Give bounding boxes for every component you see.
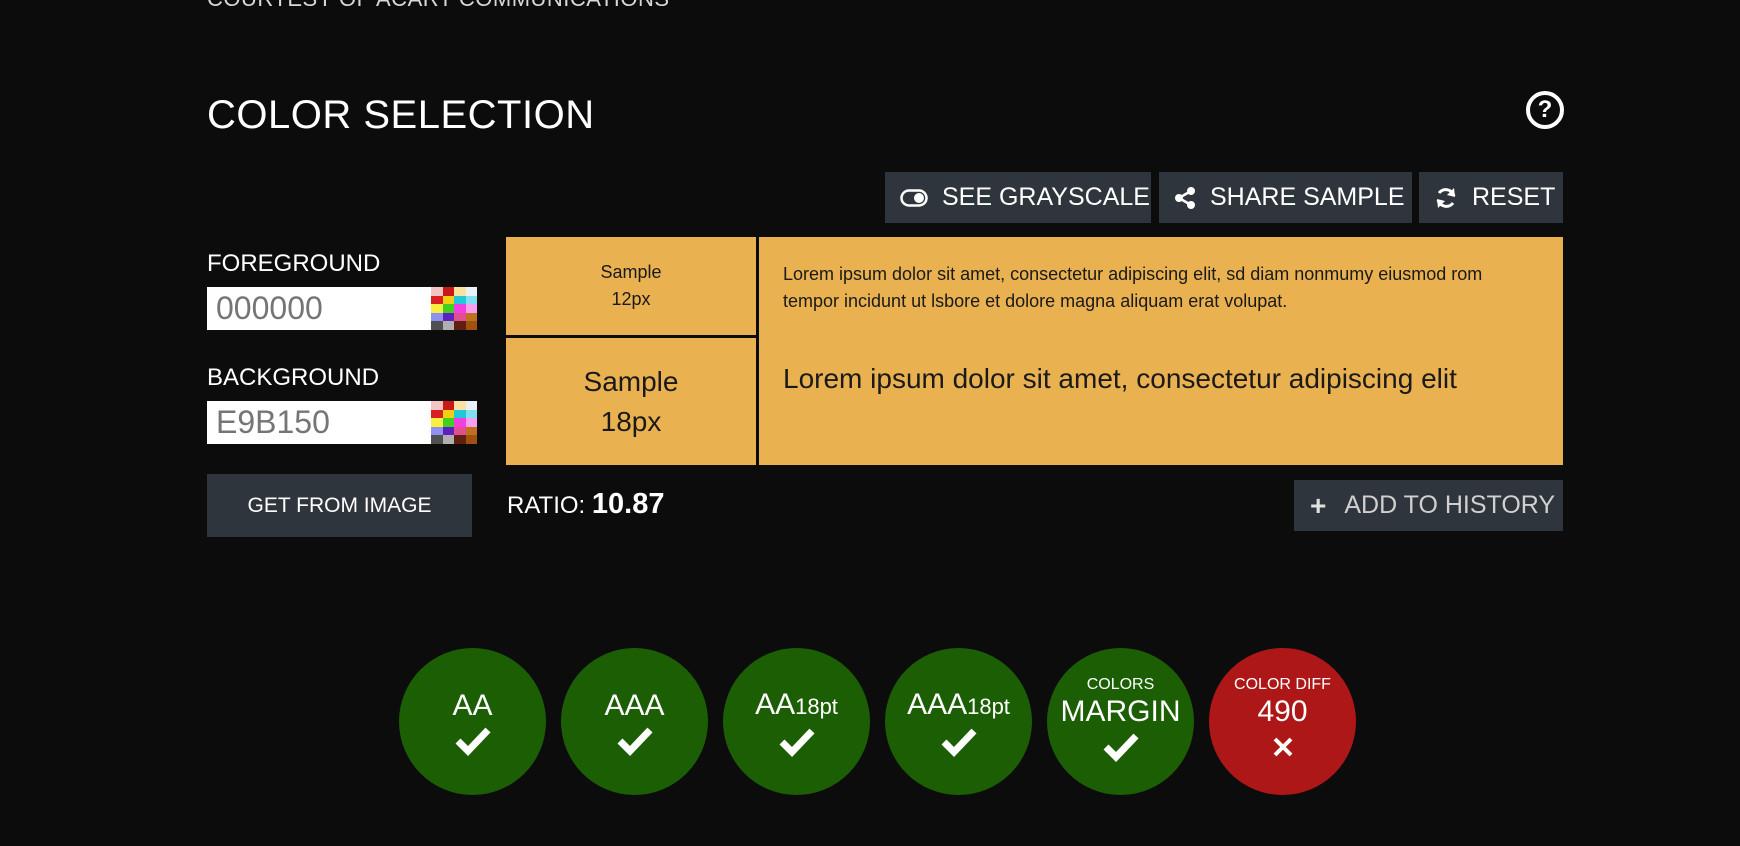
sample-18px-size: 18px (600, 405, 662, 437)
check-icon (778, 727, 816, 757)
background-field (207, 401, 477, 444)
courtesy-credit: COURTESY OF ACART COMMUNICATIONS (207, 0, 670, 10)
result-color-diff-value: 490 (1257, 694, 1308, 728)
share-sample-button[interactable]: SHARE SAMPLE (1159, 172, 1412, 223)
question-circle-icon: ? (1537, 96, 1553, 123)
sample-text-large: Lorem ipsum dolor sit amet, consectetur … (783, 363, 1457, 394)
share-icon (1174, 186, 1196, 210)
foreground-field (207, 287, 477, 330)
sample-12px-size: 12px (611, 289, 651, 309)
page-title: COLOR SELECTION (207, 93, 595, 137)
background-palette-icon[interactable] (431, 401, 477, 444)
result-colors-margin: COLORS MARGIN (1047, 648, 1194, 795)
result-aaa-18pt-label: AAA18pt (907, 687, 1010, 725)
share-sample-label: SHARE SAMPLE (1210, 183, 1405, 211)
result-aa: AA (399, 648, 546, 795)
close-icon (1271, 732, 1295, 762)
check-icon (454, 726, 492, 756)
check-icon (1102, 732, 1140, 762)
background-label: BACKGROUND (207, 364, 380, 391)
result-color-diff-top: COLOR DIFF (1234, 675, 1331, 693)
reset-label: RESET (1472, 183, 1556, 211)
result-colors-margin-top: COLORS (1086, 675, 1155, 693)
result-aa-18pt-main: AA (755, 687, 796, 721)
result-colors-margin-label: MARGIN (1060, 694, 1181, 728)
ratio-label: RATIO: (507, 492, 586, 519)
add-to-history-label: ADD TO HISTORY (1344, 491, 1556, 519)
contrast-ratio: RATIO: 10.87 (507, 488, 664, 521)
contrast-checker-page: COURTESY OF ACART COMMUNICATIONS COLOR S… (0, 0, 1740, 846)
sample-text-small: Lorem ipsum dolor sit amet, consectetur … (783, 264, 1483, 311)
sample-18px-cell: Sample 18px (506, 338, 756, 465)
reset-button[interactable]: RESET (1419, 172, 1563, 223)
result-aaa-18pt-main: AAA (907, 687, 968, 721)
sample-divider-vertical (756, 237, 759, 465)
result-color-diff: COLOR DIFF 490 (1209, 648, 1356, 795)
help-button[interactable]: ? (1526, 91, 1564, 129)
result-aaa-18pt-sub: 18pt (967, 693, 1010, 719)
see-grayscale-button[interactable]: SEE GRAYSCALE (885, 172, 1151, 223)
check-icon (940, 727, 978, 757)
foreground-input[interactable] (207, 287, 431, 330)
foreground-palette-icon[interactable] (431, 287, 477, 330)
foreground-label: FOREGROUND (207, 250, 381, 277)
see-grayscale-label: SEE GRAYSCALE (942, 183, 1150, 211)
result-aa-18pt-label: AA18pt (755, 687, 838, 725)
get-from-image-button[interactable]: GET FROM IMAGE (207, 474, 472, 537)
sample-12px-label: Sample (600, 262, 662, 282)
result-aaa-18pt: AAA18pt (885, 648, 1032, 795)
result-aa-18pt-sub: 18pt (795, 693, 838, 719)
sample-12px-cell: Sample 12px (506, 237, 756, 335)
result-aaa: AAA (561, 648, 708, 795)
result-aa-label: AA (452, 688, 493, 722)
toggle-icon (900, 188, 928, 207)
background-input[interactable] (207, 401, 431, 444)
refresh-icon (1434, 186, 1458, 210)
add-to-history-button[interactable]: + ADD TO HISTORY (1294, 480, 1563, 531)
ratio-value: 10.87 (591, 488, 665, 520)
sample-18px-label: Sample (583, 365, 679, 397)
result-aa-18pt: AA18pt (723, 648, 870, 795)
plus-icon: + (1310, 489, 1327, 521)
check-icon (616, 726, 654, 756)
sample-preview: Sample 12px Sample 18px Lorem ipsum dolo… (506, 237, 1563, 465)
result-aaa-label: AAA (604, 688, 665, 722)
